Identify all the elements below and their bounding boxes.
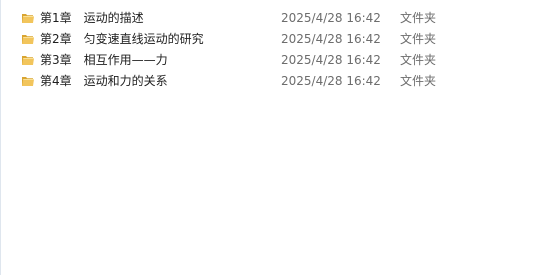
file-type: 文件夹 [400, 74, 437, 88]
file-row[interactable]: 第1章 运动的描述 2025/4/28 16:42 文件夹 [0, 8, 559, 29]
explorer-file-pane: { "files": [ {"name": "第1章\u3000运动的描述", … [0, 0, 559, 275]
file-modified-date: 2025/4/28 16:42 [281, 32, 381, 46]
file-name: 第2章 匀变速直线运动的研究 [40, 32, 204, 46]
file-row[interactable]: 第3章 相互作用——力 2025/4/28 16:42 文件夹 [0, 50, 559, 71]
file-name: 第3章 相互作用——力 [40, 53, 168, 67]
folder-icon [22, 56, 34, 65]
file-type: 文件夹 [400, 32, 437, 46]
folder-icon [22, 77, 34, 86]
file-row[interactable]: 第4章 运动和力的关系 2025/4/28 16:42 文件夹 [0, 71, 559, 92]
file-type: 文件夹 [400, 11, 437, 25]
file-modified-date: 2025/4/28 16:42 [281, 11, 381, 25]
file-type: 文件夹 [400, 53, 437, 67]
file-name: 第1章 运动的描述 [40, 11, 144, 25]
file-modified-date: 2025/4/28 16:42 [281, 74, 381, 88]
folder-icon [22, 14, 34, 23]
folder-icon [22, 35, 34, 44]
file-row[interactable]: 第2章 匀变速直线运动的研究 2025/4/28 16:42 文件夹 [0, 29, 559, 50]
file-list: 第1章 运动的描述 2025/4/28 16:42 文件夹 第2章 匀变速直线运… [0, 8, 559, 92]
file-name: 第4章 运动和力的关系 [40, 74, 168, 88]
file-modified-date: 2025/4/28 16:42 [281, 53, 381, 67]
